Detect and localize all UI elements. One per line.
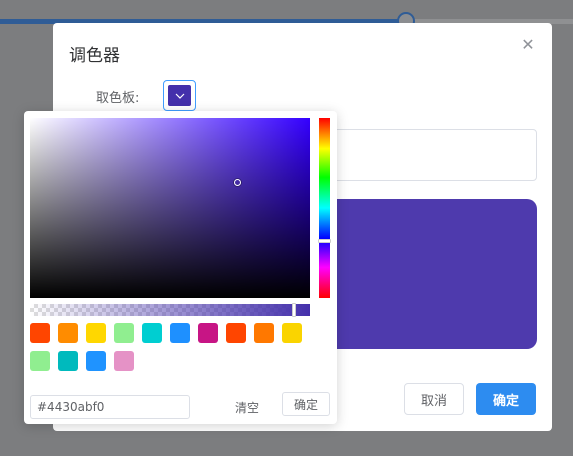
predefine-swatch[interactable] [30,351,50,371]
color-picker-dropdown: 清空 确定 [24,111,337,424]
cancel-button[interactable]: 取消 [404,383,464,415]
predefine-swatches [30,323,310,371]
chevron-down-icon [175,93,184,99]
predefine-swatch[interactable] [170,323,190,343]
sv-cursor[interactable] [234,179,241,186]
hue-slider[interactable] [318,118,331,298]
dialog-title: 调色器 [69,46,120,66]
color-preview [318,199,537,349]
predefine-swatch[interactable] [254,323,274,343]
text-input[interactable] [333,129,537,181]
field-label: 取色板: [96,91,140,106]
predefine-swatch[interactable] [226,323,246,343]
predefine-swatch[interactable] [114,323,134,343]
predefine-swatch[interactable] [114,351,134,371]
confirm-button[interactable]: 确定 [282,392,330,416]
clear-button[interactable]: 清空 [226,395,268,419]
trigger-swatch [168,85,191,106]
alpha-slider-thumb[interactable] [292,303,296,317]
close-icon[interactable]: ✕ [520,37,536,53]
alpha-gradient [30,304,310,316]
alpha-slider[interactable] [30,303,310,317]
color-picker-trigger[interactable] [163,80,196,111]
predefine-swatch[interactable] [58,351,78,371]
hue-slider-thumb[interactable] [318,239,331,243]
predefine-swatch[interactable] [282,323,302,343]
predefine-swatch[interactable] [30,323,50,343]
predefine-swatch[interactable] [86,323,106,343]
saturation-value-panel[interactable] [30,118,310,298]
predefine-swatch[interactable] [142,323,162,343]
ok-button[interactable]: 确定 [476,383,536,415]
predefine-swatch[interactable] [198,323,218,343]
predefine-swatch[interactable] [58,323,78,343]
predefine-swatch[interactable] [86,351,106,371]
hex-color-input[interactable] [30,395,190,419]
